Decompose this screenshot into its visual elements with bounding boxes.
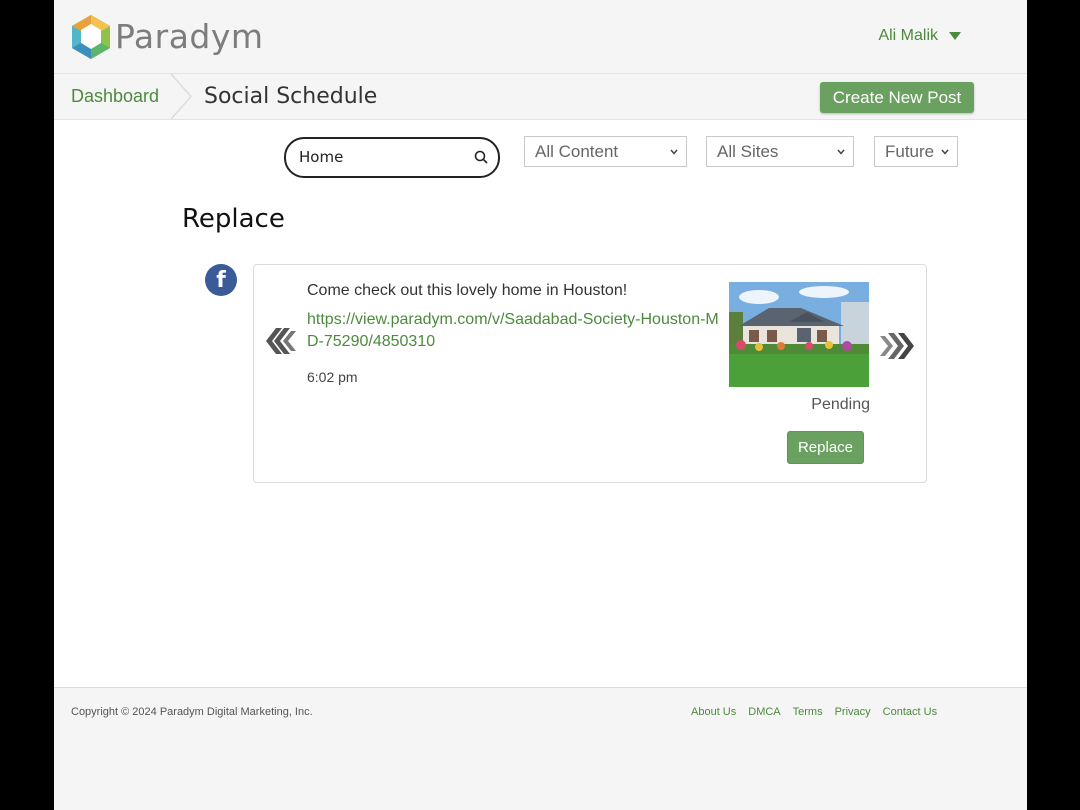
- breadcrumb: Dashboard Social Schedule Create New Pos…: [54, 74, 1027, 120]
- copyright-text: Copyright © 2024 Paradym Digital Marketi…: [71, 706, 313, 718]
- footer-link-about[interactable]: About Us: [691, 706, 736, 718]
- sites-filter-value: All Sites: [717, 142, 779, 161]
- chevron-down-icon: [837, 149, 845, 155]
- time-filter-value: Future: [885, 142, 935, 161]
- page: Paradym Ali Malik Dashboard Social Sched…: [54, 0, 1027, 810]
- breadcrumb-dashboard-link[interactable]: Dashboard: [71, 86, 159, 107]
- post-link[interactable]: https://view.paradym.com/v/Saadabad-Soci…: [307, 309, 722, 353]
- create-new-post-button[interactable]: Create New Post: [820, 82, 974, 113]
- caret-down-icon: [949, 31, 961, 40]
- footer-link-dmca[interactable]: DMCA: [748, 706, 780, 718]
- replace-button[interactable]: Replace: [787, 431, 864, 464]
- footer: Copyright © 2024 Paradym Digital Marketi…: [54, 687, 1027, 810]
- page-title: Social Schedule: [204, 84, 378, 109]
- user-name: Ali Malik: [878, 27, 938, 44]
- content-filter-select[interactable]: All Content: [524, 136, 687, 167]
- previous-arrow-icon[interactable]: [266, 328, 296, 354]
- search-box: [284, 137, 500, 178]
- search-icon[interactable]: [474, 150, 488, 164]
- footer-links: About Us DMCA Terms Privacy Contact Us: [691, 706, 949, 718]
- content-filter-value: All Content: [535, 142, 619, 161]
- footer-link-terms[interactable]: Terms: [793, 706, 823, 718]
- footer-link-privacy[interactable]: Privacy: [835, 706, 871, 718]
- chevron-down-icon: [670, 149, 678, 155]
- footer-link-contact[interactable]: Contact Us: [883, 706, 937, 718]
- chevron-down-icon: [941, 149, 949, 155]
- breadcrumb-separator-icon: [171, 74, 193, 119]
- brand-name: Paradym: [115, 17, 264, 56]
- facebook-icon: f: [205, 264, 237, 296]
- post-thumbnail-image[interactable]: [729, 282, 869, 387]
- header: Paradym Ali Malik: [54, 0, 1027, 74]
- post-message: Come check out this lovely home in Houst…: [307, 282, 628, 299]
- user-menu[interactable]: Ali Malik: [878, 27, 961, 45]
- post-time: 6:02 pm: [307, 369, 358, 385]
- sites-filter-select[interactable]: All Sites: [706, 136, 854, 167]
- next-arrow-icon[interactable]: [880, 333, 916, 359]
- status-badge: Pending: [811, 396, 870, 413]
- search-input[interactable]: [299, 147, 459, 167]
- time-filter-select[interactable]: Future: [874, 136, 958, 167]
- post-card: Come check out this lovely home in Houst…: [253, 264, 927, 483]
- section-title: Replace: [182, 204, 285, 234]
- paradym-logo-icon: [72, 15, 110, 59]
